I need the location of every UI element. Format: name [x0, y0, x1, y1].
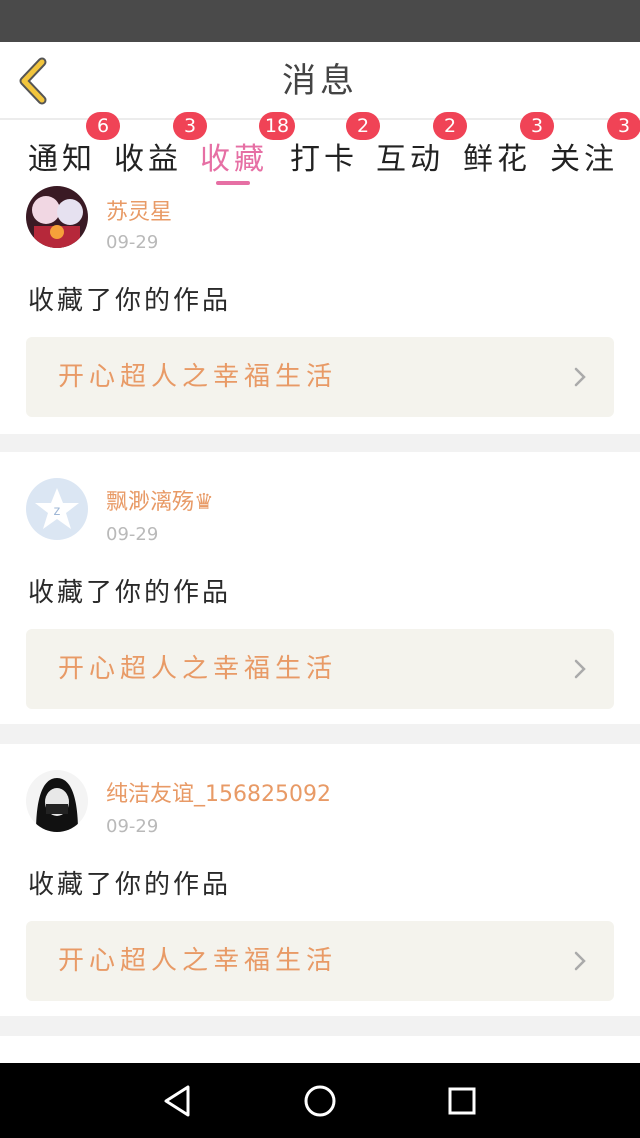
chevron-right-icon	[574, 367, 586, 387]
tab-label: 鲜花	[463, 142, 531, 177]
badge-count: 3	[520, 112, 554, 140]
message-card: 苏灵星 09-29 收藏了你的作品 开心超人之幸福生活	[0, 186, 640, 434]
message-text: 收藏了你的作品	[28, 286, 232, 316]
message-card: z 飘渺漓殇♛ 09-29 收藏了你的作品 开心超人之幸福生活	[0, 452, 640, 724]
nav-home-button[interactable]	[300, 1081, 340, 1121]
avatar-image	[26, 186, 88, 248]
status-bar	[0, 0, 640, 42]
avatar[interactable]: z	[26, 478, 88, 540]
tab-label: 通知	[28, 142, 96, 177]
chevron-right-icon	[574, 951, 586, 971]
page-title: 消息	[282, 61, 358, 101]
message-text: 收藏了你的作品	[28, 578, 232, 608]
username[interactable]: 飘渺漓殇♛	[106, 484, 214, 516]
username[interactable]: 苏灵星	[106, 194, 172, 226]
tab-label: 打卡	[290, 142, 358, 177]
message-date: 09-29	[106, 524, 159, 545]
circle-home-icon	[304, 1085, 336, 1117]
message-text: 收藏了你的作品	[28, 870, 232, 900]
tab-label: 收益	[114, 142, 182, 177]
nav-back-button[interactable]	[158, 1081, 198, 1121]
chevron-left-icon	[19, 57, 47, 105]
work-title: 开心超人之幸福生活	[58, 362, 338, 392]
active-tab-indicator	[216, 181, 250, 185]
avatar-image: z	[26, 478, 88, 540]
tab-label: 互动	[376, 142, 444, 177]
badge-count: 3	[607, 112, 640, 140]
tab-label: 收藏	[200, 142, 268, 177]
svg-text:z: z	[54, 502, 61, 518]
avatar-image	[26, 770, 88, 832]
triangle-back-icon	[164, 1085, 190, 1117]
work-link[interactable]: 开心超人之幸福生活	[26, 337, 614, 417]
nav-recents-button[interactable]	[442, 1081, 482, 1121]
avatar[interactable]	[26, 770, 88, 832]
system-nav-bar	[0, 1063, 640, 1138]
work-link[interactable]: 开心超人之幸福生活	[26, 629, 614, 709]
work-title: 开心超人之幸福生活	[58, 654, 338, 684]
work-link[interactable]: 开心超人之幸福生活	[26, 921, 614, 1001]
message-date: 09-29	[106, 232, 159, 253]
badge-count: 2	[346, 112, 380, 140]
square-recents-icon	[448, 1087, 476, 1115]
app-header: 消息	[0, 42, 640, 120]
back-button[interactable]	[12, 56, 56, 106]
work-title: 开心超人之幸福生活	[58, 946, 338, 976]
message-date: 09-29	[106, 816, 159, 837]
tab-label: 关注	[550, 142, 618, 177]
message-card: 纯洁友谊_156825092 09-29 收藏了你的作品 开心超人之幸福生活	[0, 744, 640, 1016]
message-card	[0, 1036, 640, 1063]
avatar[interactable]	[26, 186, 88, 248]
username[interactable]: 纯洁友谊_156825092	[106, 776, 331, 808]
badge-count: 2	[433, 112, 467, 140]
chevron-right-icon	[574, 659, 586, 679]
tab-bar: 通知 6 收益 3 收藏 18 打卡 2 互动 2 鲜花 3 关注 3	[0, 112, 640, 192]
